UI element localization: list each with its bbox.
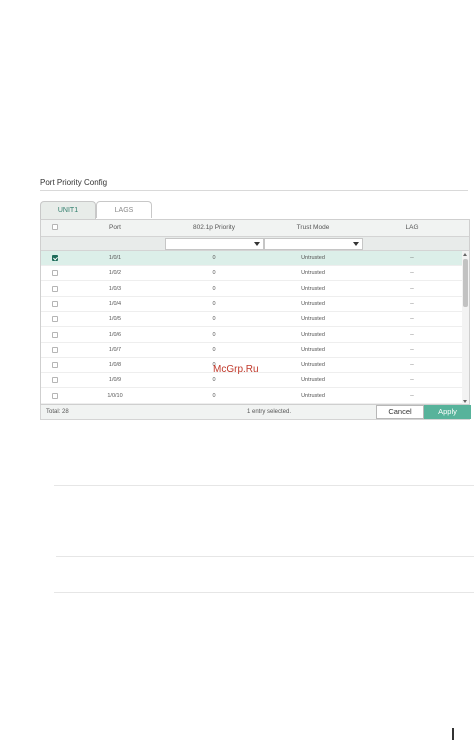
column-header-port: Port <box>109 224 121 231</box>
priority-cell: 0 <box>212 346 216 353</box>
table-scrollbar[interactable] <box>462 251 469 404</box>
port-cell: 1/0/8 <box>108 362 122 369</box>
trust-mode-cell: Untrusted <box>301 300 325 307</box>
divider-line <box>54 485 474 486</box>
lag-cell: -- <box>410 392 414 399</box>
scroll-down-icon[interactable] <box>463 400 467 403</box>
row-checkbox[interactable] <box>52 362 58 369</box>
priority-cell: 0 <box>212 392 216 399</box>
table-row[interactable]: 1/0/1 0 Untrusted -- <box>41 251 463 266</box>
trust-mode-cell: Untrusted <box>301 316 325 323</box>
row-checkbox[interactable] <box>52 316 58 323</box>
table-body: 1/0/1 0 Untrusted -- 1/0/2 0 Untrusted -- 1/0/3 0… <box>41 251 463 404</box>
table-row[interactable]: 1/0/4 0 Untrusted -- <box>41 297 463 312</box>
priority-cell: 0 <box>212 377 216 384</box>
priority-filter-select[interactable] <box>165 238 264 250</box>
trust-mode-cell: Untrusted <box>301 346 325 353</box>
port-cell: 1/0/10 <box>107 392 123 399</box>
filter-row <box>41 236 469 251</box>
column-header-trust-mode: Trust Mode <box>296 224 330 231</box>
lag-cell: -- <box>410 377 414 384</box>
lag-cell: -- <box>410 285 414 292</box>
tab-bar: UNIT1 LAGS <box>40 201 470 219</box>
table-row[interactable]: 1/0/5 0 Untrusted -- <box>41 312 463 328</box>
row-checkbox[interactable] <box>52 331 58 338</box>
scroll-up-icon[interactable] <box>463 253 467 256</box>
trust-mode-cell: Untrusted <box>301 255 325 261</box>
cancel-button[interactable]: Cancel <box>376 405 424 419</box>
select-all-checkbox[interactable] <box>52 224 58 230</box>
chevron-down-icon <box>254 242 260 246</box>
lag-cell: -- <box>410 316 414 323</box>
table-row[interactable]: 1/0/7 0 Untrusted -- <box>41 343 463 358</box>
priority-cell: 0 <box>212 316 216 323</box>
table-row[interactable]: 1/0/3 0 Untrusted -- <box>41 282 463 297</box>
title-divider <box>40 190 468 191</box>
lag-cell: -- <box>410 346 414 353</box>
trust-mode-cell: Untrusted <box>301 270 325 277</box>
port-cell: 1/0/2 <box>108 270 122 277</box>
divider-line <box>56 556 474 557</box>
port-cell: 1/0/7 <box>108 346 122 353</box>
scrollbar-thumb[interactable] <box>463 259 468 307</box>
lag-cell: -- <box>410 255 414 261</box>
lag-cell: -- <box>410 300 414 307</box>
trust-mode-cell: Untrusted <box>301 331 325 338</box>
trust-mode-cell: Untrusted <box>301 377 325 384</box>
divider-line <box>54 592 474 593</box>
port-cell: 1/0/1 <box>108 255 122 261</box>
trust-mode-filter-select[interactable] <box>264 238 363 250</box>
column-header-lag: LAG <box>405 224 419 231</box>
tab-unit1[interactable]: UNIT1 <box>40 201 96 219</box>
priority-cell: 0 <box>212 285 216 292</box>
port-table: Port 802.1p Priority Trust Mode LAG 1/0/… <box>40 219 470 405</box>
row-checkbox[interactable] <box>52 346 58 353</box>
page-mark <box>452 728 454 740</box>
table-footer: Total: 28 1 entry selected. Cancel Apply <box>40 405 471 420</box>
port-cell: 1/0/3 <box>108 285 122 292</box>
apply-button[interactable]: Apply <box>424 405 471 419</box>
row-checkbox[interactable] <box>52 270 58 277</box>
watermark: McGrp.Ru <box>213 364 259 375</box>
priority-cell: 0 <box>212 270 216 277</box>
table-header: Port 802.1p Priority Trust Mode LAG <box>41 220 469 236</box>
table-row[interactable]: 1/0/10 0 Untrusted -- <box>41 389 463 404</box>
trust-mode-cell: Untrusted <box>301 285 325 292</box>
chevron-down-icon <box>353 242 359 246</box>
lag-cell: -- <box>410 270 414 277</box>
lag-cell: -- <box>410 362 414 369</box>
priority-cell: 0 <box>212 255 216 261</box>
port-cell: 1/0/9 <box>108 377 122 384</box>
table-row[interactable]: 1/0/9 0 Untrusted -- <box>41 373 463 389</box>
tab-lags[interactable]: LAGS <box>96 201 152 218</box>
row-checkbox[interactable] <box>52 285 58 292</box>
priority-cell: 0 <box>212 300 216 307</box>
column-header-priority: 802.1p Priority <box>193 224 235 231</box>
row-checkbox[interactable] <box>52 255 58 261</box>
row-checkbox[interactable] <box>52 300 58 307</box>
port-cell: 1/0/6 <box>108 331 122 338</box>
selection-status: 1 entry selected. <box>247 409 292 415</box>
port-cell: 1/0/4 <box>108 300 122 307</box>
panel-title: Port Priority Config <box>40 178 108 187</box>
table-row[interactable]: 1/0/2 0 Untrusted -- <box>41 266 463 282</box>
lag-cell: -- <box>410 331 414 338</box>
port-priority-config-panel: Port Priority Config UNIT1 LAGS Port 802… <box>37 172 472 424</box>
port-cell: 1/0/5 <box>108 316 122 323</box>
table-row[interactable]: 1/0/6 0 Untrusted -- <box>41 328 463 343</box>
trust-mode-cell: Untrusted <box>301 362 325 369</box>
trust-mode-cell: Untrusted <box>301 392 325 399</box>
priority-cell: 0 <box>212 331 216 338</box>
row-checkbox[interactable] <box>52 392 58 399</box>
total-count: Total: 28 <box>46 409 69 415</box>
row-checkbox[interactable] <box>52 377 58 384</box>
